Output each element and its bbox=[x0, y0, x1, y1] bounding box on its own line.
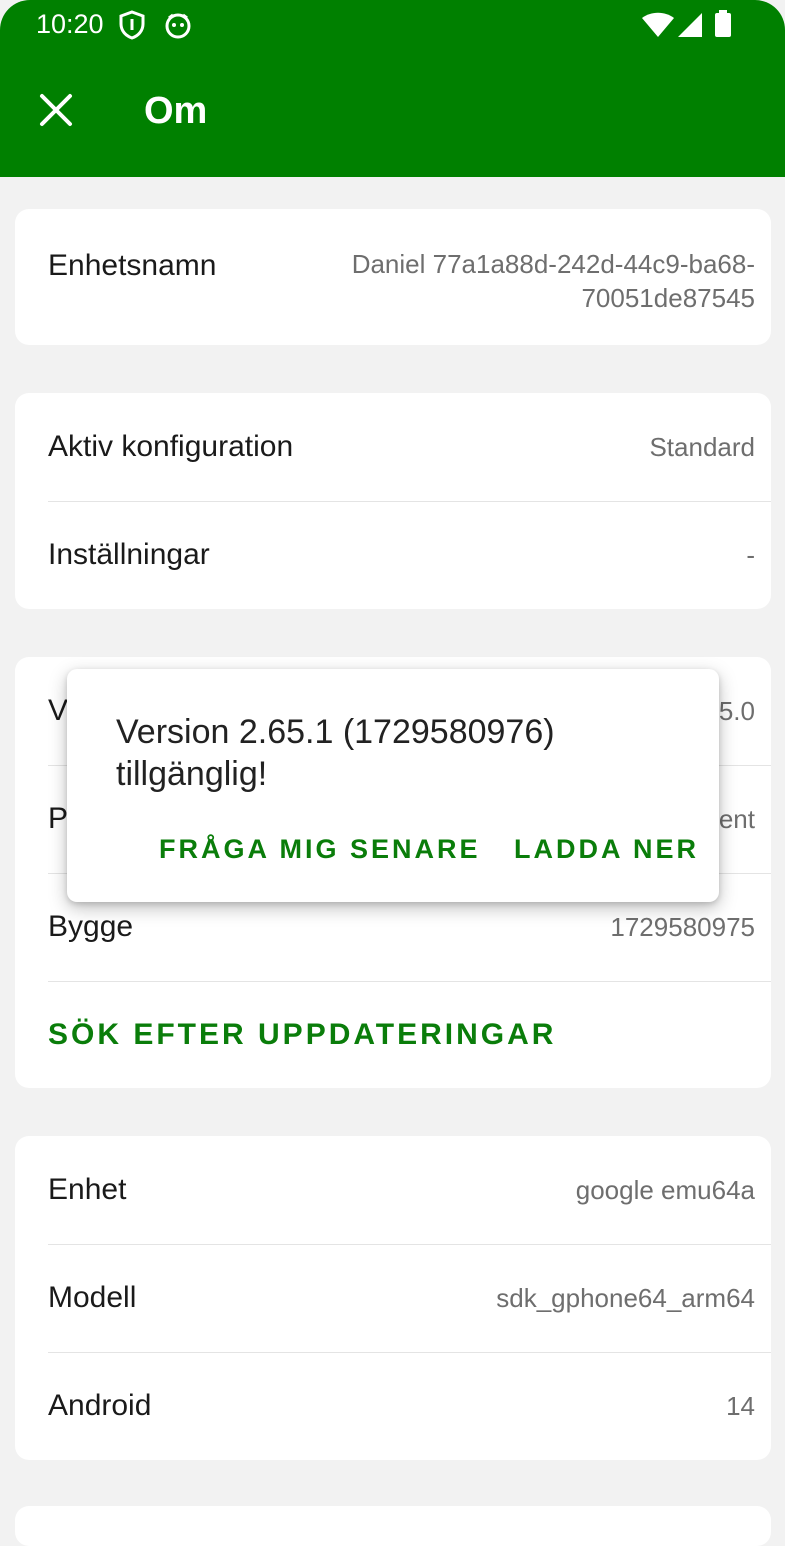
update-message: Version 2.65.1 (1729580976) tillgänglig! bbox=[116, 713, 555, 793]
active-config-value: Standard bbox=[649, 431, 755, 462]
download-button[interactable]: LADDA NER bbox=[514, 834, 699, 865]
version-label: V bbox=[48, 694, 69, 727]
device-name-label: Enhetsnamn bbox=[48, 249, 217, 282]
shield-icon bbox=[118, 10, 146, 45]
settings-label: Inställningar bbox=[48, 538, 210, 571]
update-dialog: Version 2.65.1 (1729580976) tillgänglig!… bbox=[67, 669, 719, 902]
status-time: 10:20 bbox=[36, 9, 104, 39]
device-name-row[interactable]: Enhetsnamn Daniel 77a1a88d-242d-44c9-ba6… bbox=[15, 209, 771, 345]
hardware-card: Enhet google emu64a Modell sdk_gphone64_… bbox=[15, 1136, 771, 1460]
device-name-value: Daniel 77a1a88d-242d-44c9-ba68-70051de87… bbox=[351, 249, 755, 313]
page-title: Om bbox=[144, 90, 208, 132]
next-card bbox=[15, 1506, 771, 1546]
device-row: Enhet google emu64a bbox=[15, 1136, 771, 1244]
close-icon[interactable] bbox=[36, 90, 76, 130]
device-name-card: Enhetsnamn Daniel 77a1a88d-242d-44c9-ba6… bbox=[15, 209, 771, 345]
status-bar: 10:20 bbox=[0, 0, 785, 50]
android-label: Android bbox=[48, 1389, 152, 1422]
battery-icon bbox=[714, 10, 732, 43]
settings-row[interactable]: Inställningar - bbox=[15, 501, 771, 609]
settings-value: - bbox=[746, 539, 755, 570]
model-label: Modell bbox=[48, 1281, 137, 1314]
build-label: Bygge bbox=[48, 910, 134, 943]
active-config-label: Aktiv konfiguration bbox=[48, 430, 294, 463]
wifi-icon bbox=[641, 12, 675, 43]
config-card: Aktiv konfiguration Standard Inställning… bbox=[15, 393, 771, 609]
device-value: google emu64a bbox=[575, 1174, 755, 1205]
android-value: 14 bbox=[726, 1390, 755, 1421]
ask-later-button[interactable]: FRÅGA MIG SENARE bbox=[159, 834, 481, 865]
app-face-icon bbox=[164, 10, 192, 45]
android-row: Android 14 bbox=[15, 1352, 771, 1460]
app-bar: Om bbox=[0, 50, 785, 177]
profile-value: ent bbox=[718, 803, 755, 834]
model-value: sdk_gphone64_arm64 bbox=[496, 1282, 755, 1313]
version-value: 5.0 bbox=[718, 695, 755, 726]
check-updates-row: SÖK EFTER UPPDATERINGAR bbox=[15, 981, 771, 1088]
signal-icon bbox=[676, 12, 704, 43]
check-updates-button[interactable]: SÖK EFTER UPPDATERINGAR bbox=[48, 1018, 556, 1052]
model-row: Modell sdk_gphone64_arm64 bbox=[15, 1244, 771, 1352]
build-value: 1729580975 bbox=[610, 911, 755, 942]
profile-label: P bbox=[48, 802, 69, 835]
device-label: Enhet bbox=[48, 1173, 127, 1206]
active-config-row[interactable]: Aktiv konfiguration Standard bbox=[15, 393, 771, 501]
